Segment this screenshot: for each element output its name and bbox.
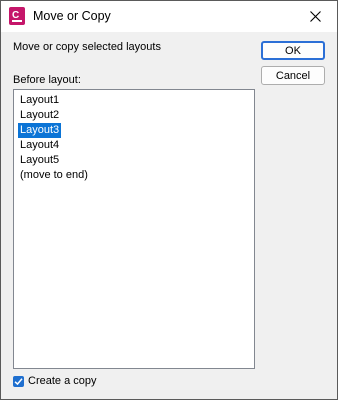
create-copy-label: Create a copy bbox=[28, 375, 97, 387]
layout-list-item[interactable]: Layout5 bbox=[18, 153, 61, 168]
layout-list-item[interactable]: Layout3 bbox=[18, 123, 62, 138]
layout-list-item[interactable]: Layout4 bbox=[18, 138, 61, 153]
layout-listbox[interactable]: Layout1 Layout2 Layout3 Layout4 Layout5 (move… bbox=[13, 89, 255, 369]
before-layout-label: Before layout: bbox=[13, 74, 81, 86]
dialog-description: Move or copy selected layouts bbox=[13, 41, 161, 53]
ok-button[interactable]: OK bbox=[261, 41, 325, 60]
window-title: Move or Copy bbox=[33, 9, 111, 23]
svg-text:C: C bbox=[12, 10, 19, 21]
create-copy-option[interactable]: Create a copy bbox=[13, 375, 96, 387]
cancel-button[interactable]: Cancel bbox=[261, 66, 325, 85]
layout-list-item[interactable]: Layout1 bbox=[18, 93, 61, 108]
layout-list-item[interactable]: (move to end) bbox=[18, 168, 90, 183]
close-icon bbox=[309, 11, 321, 22]
dialog-window: C Move or Copy Move or copy selected lay… bbox=[0, 0, 338, 400]
layout-list-item[interactable]: Layout2 bbox=[18, 108, 61, 123]
create-copy-checkbox[interactable] bbox=[13, 375, 24, 387]
autocad-app-icon: C bbox=[9, 7, 25, 25]
title-bar[interactable]: C Move or Copy bbox=[1, 1, 337, 32]
close-button[interactable] bbox=[293, 1, 337, 32]
checkmark-icon bbox=[14, 377, 23, 385]
